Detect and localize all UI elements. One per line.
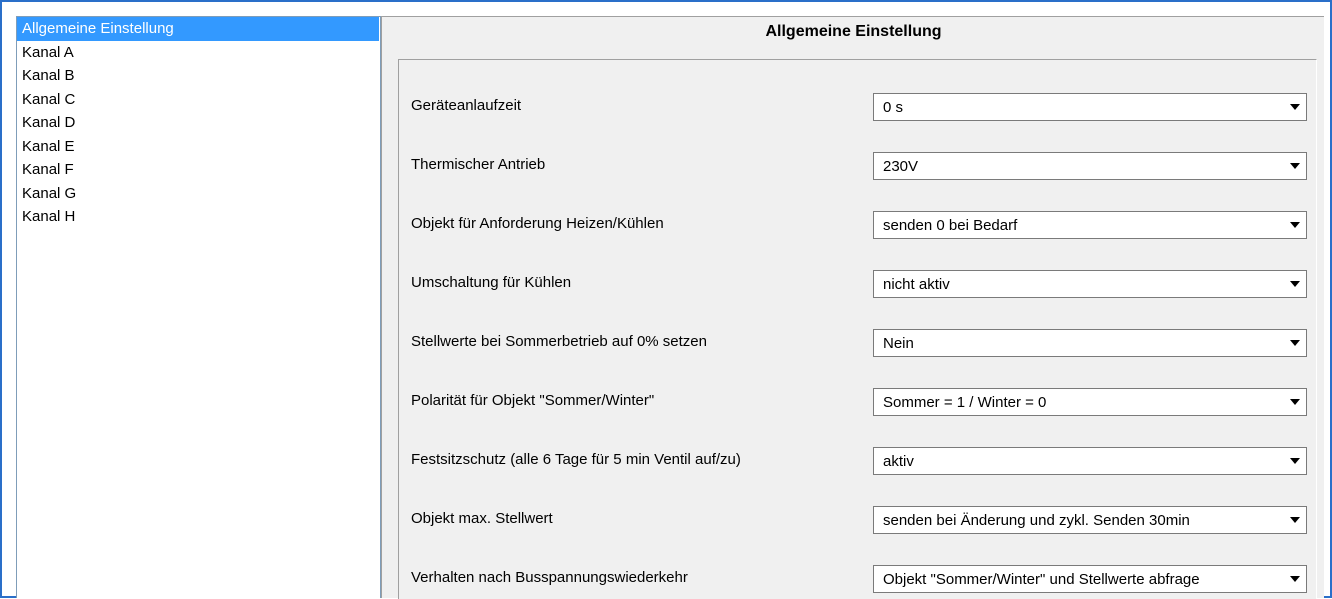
param-row-thermischer-antrieb: Thermischer Antrieb 230V bbox=[399, 150, 1316, 180]
page-title: Allgemeine Einstellung bbox=[765, 23, 942, 40]
sidebar-item-kanal-d[interactable]: Kanal D bbox=[17, 111, 379, 135]
param-label: Objekt für Anforderung Heizen/Kühlen bbox=[411, 215, 664, 232]
parameter-group: Geräteanlaufzeit 0 s Thermischer Antrieb… bbox=[398, 59, 1317, 599]
select-value: 0 s bbox=[883, 99, 904, 116]
param-row-polaritaet-sommer-winter: Polarität für Objekt "Sommer/Winter" Som… bbox=[399, 386, 1316, 416]
sidebar-item-kanal-a[interactable]: Kanal A bbox=[17, 41, 379, 65]
param-label: Thermischer Antrieb bbox=[411, 156, 546, 173]
umschaltung-kuehlen-select[interactable]: nicht aktiv bbox=[873, 270, 1307, 298]
thermischer-antrieb-select[interactable]: 230V bbox=[873, 152, 1307, 180]
anforderung-heizen-kuehlen-select[interactable]: senden 0 bei Bedarf bbox=[873, 211, 1307, 239]
sidebar-tree: Allgemeine Einstellung Kanal A Kanal B K… bbox=[16, 16, 381, 598]
param-label: Geräteanlaufzeit bbox=[411, 97, 522, 114]
param-row-anforderung-heizen-kuehlen: Objekt für Anforderung Heizen/Kühlen sen… bbox=[399, 209, 1316, 239]
param-row-geraeteanlaufzeit: Geräteanlaufzeit 0 s bbox=[399, 91, 1316, 121]
select-value: Nein bbox=[883, 335, 914, 352]
param-row-umschaltung-kuehlen: Umschaltung für Kühlen nicht aktiv bbox=[399, 268, 1316, 298]
param-label: Objekt max. Stellwert bbox=[411, 510, 553, 527]
select-value: Objekt "Sommer/Winter" und Stellwerte ab… bbox=[883, 571, 1200, 588]
stellwerte-sommerbetrieb-select[interactable]: Nein bbox=[873, 329, 1307, 357]
param-label: Verhalten nach Busspannungswiederkehr bbox=[411, 569, 688, 586]
param-label: Polarität für Objekt "Sommer/Winter" bbox=[411, 392, 655, 409]
select-value: Sommer = 1 / Winter = 0 bbox=[883, 394, 1047, 411]
param-row-objekt-max-stellwert: Objekt max. Stellwert senden bei Änderun… bbox=[399, 504, 1316, 534]
chevron-down-icon bbox=[1290, 281, 1300, 287]
geraeteanlaufzeit-select[interactable]: 0 s bbox=[873, 93, 1307, 121]
sidebar-item-kanal-g[interactable]: Kanal G bbox=[17, 182, 379, 206]
chevron-down-icon bbox=[1290, 104, 1300, 110]
select-value: aktiv bbox=[883, 453, 914, 470]
sidebar-item-kanal-f[interactable]: Kanal F bbox=[17, 158, 379, 182]
param-row-stellwerte-sommerbetrieb: Stellwerte bei Sommerbetrieb auf 0% setz… bbox=[399, 327, 1316, 357]
sidebar-item-kanal-b[interactable]: Kanal B bbox=[17, 64, 379, 88]
polaritaet-sommer-winter-select[interactable]: Sommer = 1 / Winter = 0 bbox=[873, 388, 1307, 416]
param-label: Stellwerte bei Sommerbetrieb auf 0% setz… bbox=[411, 333, 707, 350]
chevron-down-icon bbox=[1290, 576, 1300, 582]
chevron-down-icon bbox=[1290, 340, 1300, 346]
chevron-down-icon bbox=[1290, 458, 1300, 464]
param-label: Umschaltung für Kühlen bbox=[411, 274, 572, 291]
sidebar-item-allgemeine-einstellung[interactable]: Allgemeine Einstellung bbox=[17, 17, 379, 41]
chevron-down-icon bbox=[1290, 222, 1300, 228]
select-value: nicht aktiv bbox=[883, 276, 950, 293]
param-row-festsitzschutz: Festsitzschutz (alle 6 Tage für 5 min Ve… bbox=[399, 445, 1316, 475]
select-value: senden bei Änderung und zykl. Senden 30m… bbox=[883, 512, 1190, 529]
sidebar-item-kanal-e[interactable]: Kanal E bbox=[17, 135, 379, 159]
main-panel: Allgemeine Einstellung Geräteanlaufzeit … bbox=[381, 16, 1324, 599]
sidebar-item-kanal-c[interactable]: Kanal C bbox=[17, 88, 379, 112]
objekt-max-stellwert-select[interactable]: senden bei Änderung und zykl. Senden 30m… bbox=[873, 506, 1307, 534]
chevron-down-icon bbox=[1290, 163, 1300, 169]
chevron-down-icon bbox=[1290, 399, 1300, 405]
chevron-down-icon bbox=[1290, 517, 1300, 523]
select-value: 230V bbox=[883, 158, 919, 175]
select-value: senden 0 bei Bedarf bbox=[883, 217, 1018, 234]
param-row-busspannungswiederkehr: Verhalten nach Busspannungswiederkehr Ob… bbox=[399, 563, 1316, 593]
sidebar-item-kanal-h[interactable]: Kanal H bbox=[17, 205, 379, 229]
busspannungswiederkehr-select[interactable]: Objekt "Sommer/Winter" und Stellwerte ab… bbox=[873, 565, 1307, 593]
param-label: Festsitzschutz (alle 6 Tage für 5 min Ve… bbox=[411, 451, 741, 468]
festsitzschutz-select[interactable]: aktiv bbox=[873, 447, 1307, 475]
